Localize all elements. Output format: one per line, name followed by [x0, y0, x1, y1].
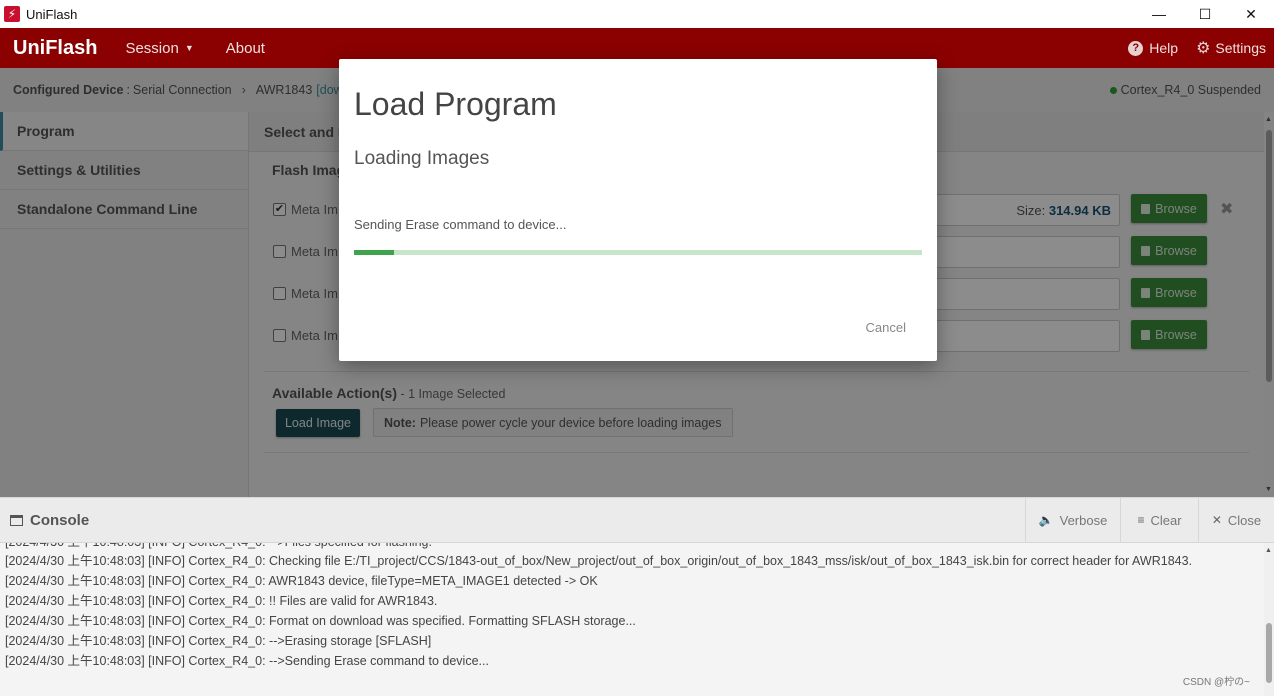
log-line: [2024/4/30 上午10:48:03] [INFO] Cortex_R4_…	[5, 574, 598, 588]
load-program-dialog: Load Program Loading Images Sending Eras…	[339, 59, 937, 361]
console-title-label: Console	[30, 512, 90, 529]
console-title: Console	[10, 512, 89, 529]
help-icon: ?	[1128, 40, 1144, 56]
log-line: [2024/4/30 上午10:48:03] [INFO] Cortex_R4_…	[5, 554, 1193, 568]
window-title: UniFlash	[26, 6, 78, 22]
close-label: Close	[1227, 512, 1262, 528]
session-menu-label: Session	[125, 39, 179, 57]
clear-lines-icon: ≡	[1137, 513, 1145, 527]
close-icon[interactable]: ✕	[1228, 0, 1274, 28]
scroll-up-icon[interactable]: ▲	[1265, 547, 1272, 554]
progress-bar	[354, 250, 922, 255]
about-menu[interactable]: About	[226, 40, 265, 57]
log-line: [2024/4/30 上午10:48:03] [INFO] Cortex_R4_…	[5, 634, 432, 648]
chevron-down-icon: ▼	[184, 43, 194, 53]
gear-icon: ⚙	[1196, 40, 1211, 57]
speaker-icon: 🔈	[1038, 513, 1054, 527]
log-lines: [2024/4/30 上午10:48:03] [INFO] Cortex_R4_…	[0, 551, 1200, 671]
help-button[interactable]: ? Help	[1128, 40, 1178, 56]
uniflash-logo-icon: ⚡	[4, 6, 20, 22]
brand-logo: UniFlash	[13, 36, 98, 59]
dialog-title: Load Program	[354, 86, 557, 122]
clear-label: Clear	[1150, 512, 1182, 528]
minimize-icon[interactable]: —	[1136, 0, 1182, 28]
verbose-label: Verbose	[1059, 512, 1108, 528]
close-icon: ✕	[1211, 513, 1222, 527]
clear-button[interactable]: ≡ Clear	[1120, 498, 1198, 542]
window-titlebar: ⚡ UniFlash — ☐ ✕	[0, 0, 1274, 28]
log-line: [2024/4/30 上午10:48:03] [INFO] Cortex_R4_…	[5, 594, 438, 608]
session-menu[interactable]: Session ▼	[125, 40, 193, 57]
settings-button[interactable]: ⚙ Settings	[1196, 38, 1266, 58]
maximize-icon[interactable]: ☐	[1182, 0, 1228, 28]
help-label: Help	[1149, 40, 1179, 56]
close-console-button[interactable]: ✕ Close	[1198, 498, 1274, 542]
console-header: Console 🔈 Verbose ≡ Clear ✕ Close	[0, 497, 1274, 543]
progress-fill	[354, 250, 394, 255]
log-line: [2024/4/30 上午10:48:03] [INFO] Cortex_R4_…	[5, 654, 489, 668]
console-scrollbar[interactable]: ▲	[1264, 543, 1274, 696]
settings-label: Settings	[1215, 40, 1266, 56]
log-line: [2024/4/30 上午10:48:03] [INFO] Cortex_R4_…	[5, 614, 636, 628]
about-menu-label: About	[225, 39, 265, 57]
console-log[interactable]: [2024/4/30 上午10:48:03] [INFO] Cortex_R4_…	[0, 543, 1264, 696]
verbose-button[interactable]: 🔈 Verbose	[1025, 498, 1120, 542]
dialog-message: Sending Erase command to device...	[354, 217, 567, 232]
window-icon	[10, 515, 23, 526]
dialog-subtitle: Loading Images	[354, 148, 490, 169]
scrollbar-thumb[interactable]	[1266, 623, 1272, 683]
watermark: CSDN @柠の~	[1182, 677, 1250, 688]
cancel-button[interactable]: Cancel	[866, 320, 906, 335]
